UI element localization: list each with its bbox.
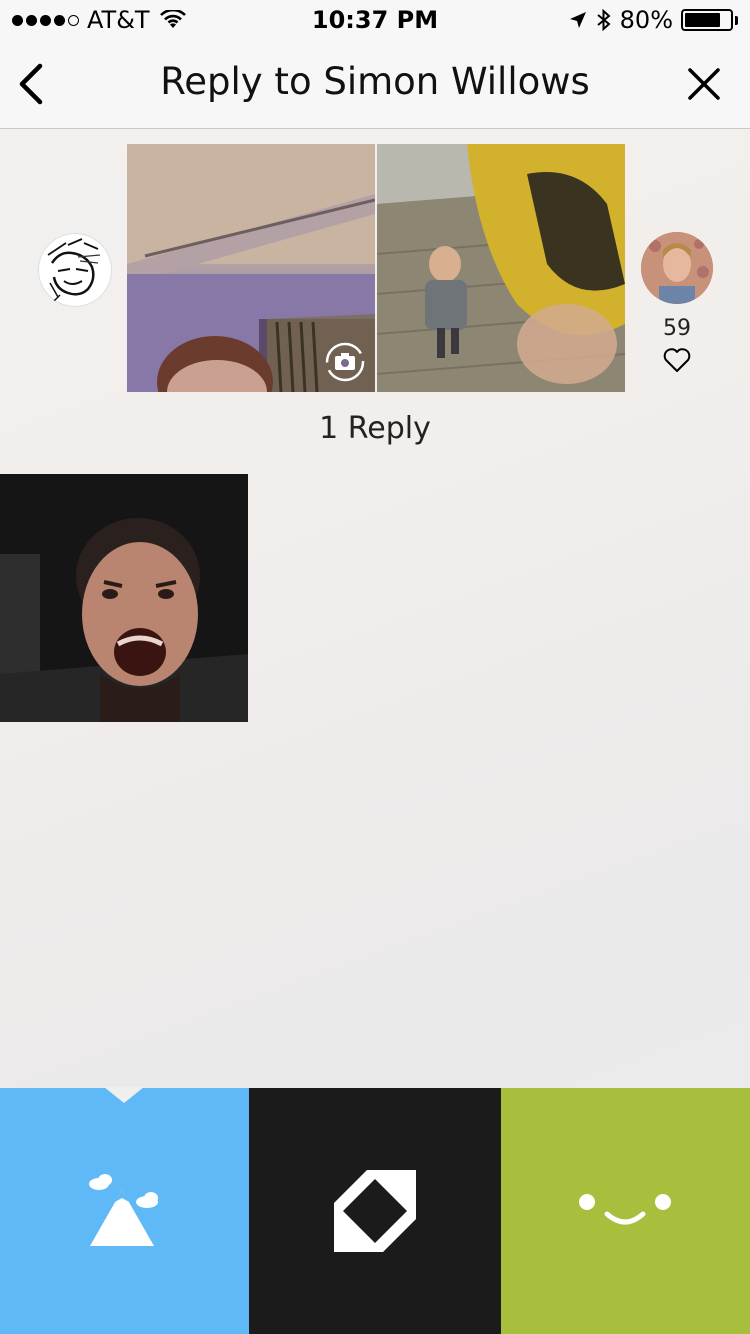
status-bar: AT&T 10:37 PM 80% <box>0 0 750 40</box>
reply-count: 1 Reply <box>319 411 431 446</box>
user-avatar[interactable] <box>641 232 713 304</box>
sketch-avatar <box>47 238 101 304</box>
bluetooth-icon <box>597 8 611 32</box>
close-icon <box>688 68 720 100</box>
tab-photo[interactable] <box>0 1087 249 1334</box>
original-post: 59 <box>0 129 750 459</box>
tab-face[interactable] <box>501 1088 750 1334</box>
close-button[interactable] <box>686 66 722 102</box>
nav-bar: Reply to Simon Willows <box>0 40 750 129</box>
tab-selected-indicator <box>104 1087 144 1103</box>
reply-thumbnail[interactable] <box>0 474 248 722</box>
camera-flip-icon[interactable] <box>323 340 367 384</box>
photo-scene <box>377 144 625 392</box>
diamond-frame-icon <box>334 1170 416 1252</box>
battery-percent: 80% <box>619 6 673 34</box>
status-right: 80% <box>568 6 738 34</box>
location-arrow-icon <box>569 12 586 28</box>
post-photo-back[interactable] <box>377 144 625 392</box>
battery-icon <box>681 9 733 31</box>
mountain-clouds-icon <box>89 1174 158 1246</box>
like-count: 59 <box>663 316 691 341</box>
page-title: Reply to Simon Willows <box>160 60 590 103</box>
heart-outline-icon[interactable] <box>663 347 691 373</box>
smiley-face-icon <box>579 1194 671 1225</box>
post-photo-front[interactable] <box>127 144 375 392</box>
user-avatar-image <box>641 232 713 304</box>
author-avatar[interactable] <box>38 233 112 307</box>
battery-cap <box>735 15 738 25</box>
battery-fill <box>685 13 720 27</box>
tab-frame[interactable] <box>249 1088 501 1334</box>
bottom-tab-bar <box>0 1087 750 1334</box>
reply-photo-scene <box>0 474 248 722</box>
